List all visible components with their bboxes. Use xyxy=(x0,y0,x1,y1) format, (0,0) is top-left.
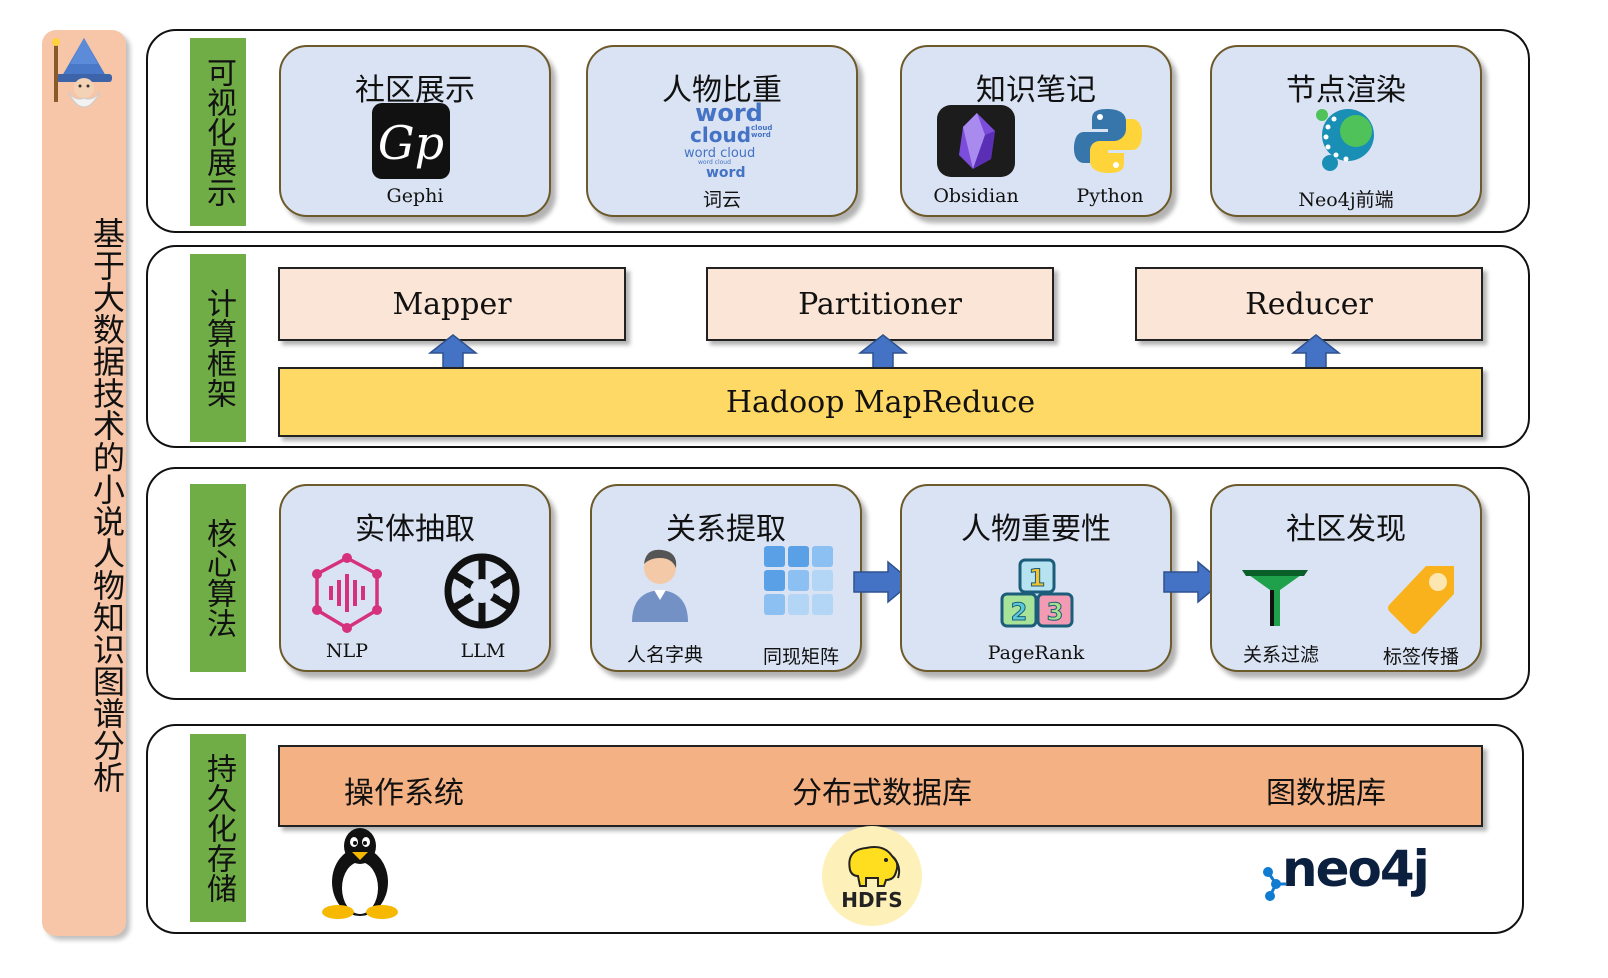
matrix-grid-icon xyxy=(764,546,833,615)
python-icon xyxy=(1074,109,1142,173)
caption-pagerank: PageRank xyxy=(987,642,1085,664)
card-title: 节点渲染 xyxy=(1286,73,1406,108)
hdfs-logo: HDFS xyxy=(822,826,922,926)
wordcloud-word: word xyxy=(706,165,746,181)
gephi-icon: Gp xyxy=(372,103,450,179)
card-title: 实体抽取 xyxy=(355,512,475,547)
side-title-text: 基于大数据技术的小说人物知识图谱分析 xyxy=(88,217,126,793)
obsidian-icon xyxy=(937,105,1015,177)
nlp-icon xyxy=(312,553,382,633)
side-title-panel: 基于大数据技术的小说人物知识图谱分析 xyxy=(42,30,126,936)
hdfs-label: HDFS xyxy=(841,888,903,912)
hadoop-mapreduce-bar: Hadoop MapReduce xyxy=(278,367,1483,437)
layer-label-algorithms: 核心算法 xyxy=(190,484,246,672)
card-knowledge-notes: 知识笔记 Obsidian Python xyxy=(900,45,1172,217)
block-number: 2 xyxy=(1011,598,1028,626)
card-title: 社区发现 xyxy=(1286,512,1406,547)
up-arrow-icon xyxy=(428,334,478,369)
llm-openai-icon xyxy=(444,553,520,629)
block-number: 1 xyxy=(1029,564,1046,592)
card-character-importance: 人物重要性 1 2 3 PageRank xyxy=(900,484,1172,672)
layer-label-compute: 计算框架 xyxy=(190,254,246,442)
caption-label-propagation: 标签传播 xyxy=(1382,646,1459,668)
number-blocks-icon: 1 2 3 xyxy=(1000,558,1074,628)
up-arrow-icon xyxy=(858,334,908,369)
layer-label-visualization: 可视化展示 xyxy=(190,38,246,226)
linux-penguin-icon xyxy=(322,828,398,919)
card-community-display: 社区展示 Gp Gephi xyxy=(279,45,551,217)
up-arrow-icon xyxy=(1291,334,1341,369)
stage-reducer: Reducer xyxy=(1135,267,1483,341)
card-community-detection: 社区发现 关系过滤 标签传播 xyxy=(1210,484,1482,672)
caption-llm: LLM xyxy=(460,640,506,662)
caption-python: Python xyxy=(1076,185,1144,207)
caption-nlp: NLP xyxy=(325,640,369,662)
wordcloud-word: word xyxy=(695,99,763,127)
card-title: 关系提取 xyxy=(666,512,786,547)
wizard-icon xyxy=(52,38,112,108)
filter-icon xyxy=(1242,570,1308,626)
person-icon xyxy=(632,549,688,622)
caption-neo4j-frontend: Neo4j前端 xyxy=(1298,189,1394,211)
neo4j-wordmark: neo4j xyxy=(1282,840,1430,898)
wordcloud-word: cloud xyxy=(690,123,752,147)
stage-mapper: Mapper xyxy=(278,267,626,341)
stage-partitioner: Partitioner xyxy=(706,267,1054,341)
tag-icon xyxy=(1388,566,1454,634)
caption-cooccurrence-matrix: 同现矩阵 xyxy=(762,646,839,668)
storage-os: 操作系统 xyxy=(344,776,464,811)
card-node-rendering: 节点渲染 Neo4j前端 xyxy=(1210,45,1482,217)
card-title: 人物重要性 xyxy=(961,512,1111,547)
hadoop-elephant-icon xyxy=(848,846,901,887)
card-relation-extraction: 关系提取 人名字典 同现矩阵 xyxy=(590,484,862,672)
storage-graph-db: 图数据库 xyxy=(1266,776,1386,811)
caption-gephi: Gephi xyxy=(386,185,444,207)
card-character-weight: 人物比重 word cloudcloud word word cloud wor… xyxy=(586,45,858,217)
neo4j-graph-icon xyxy=(1316,109,1374,171)
layer-label-storage: 持久化存储 xyxy=(190,734,246,922)
card-title: 知识笔记 xyxy=(976,73,1096,108)
wordcloud-icon: word cloudcloud word word cloud word clo… xyxy=(684,101,774,181)
svg-text:Gp: Gp xyxy=(378,116,444,170)
neo4j-logo: neo4j xyxy=(1258,828,1440,912)
card-entity-extraction: 实体抽取 NLP LLM xyxy=(279,484,551,672)
wordcloud-word: word xyxy=(751,131,771,139)
caption-obsidian: Obsidian xyxy=(933,185,1019,207)
caption-wordcloud: 词云 xyxy=(702,189,741,211)
block-number: 3 xyxy=(1047,598,1064,626)
caption-name-dictionary: 人名字典 xyxy=(626,644,703,666)
caption-relation-filter: 关系过滤 xyxy=(1242,644,1319,666)
storage-distributed-db: 分布式数据库 xyxy=(792,776,972,811)
